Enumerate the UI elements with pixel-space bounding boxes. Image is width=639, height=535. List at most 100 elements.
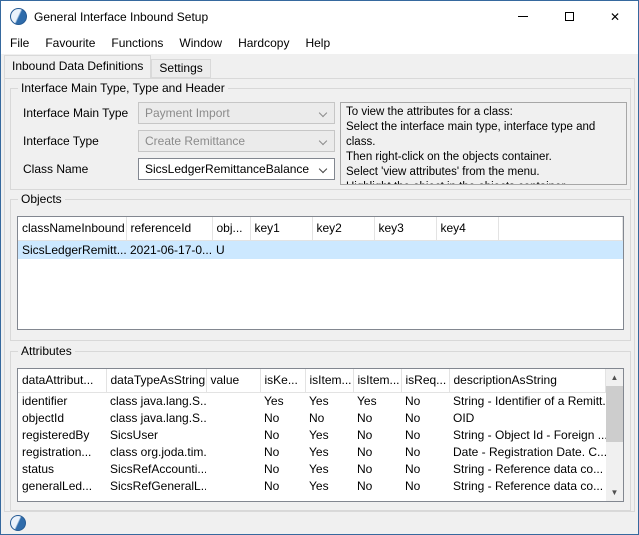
help-line: Highlight the object in the objects cont… — [346, 180, 621, 185]
class-name-value: SicsLedgerRemittanceBalance — [145, 162, 309, 176]
cell: No — [401, 477, 449, 494]
chevron-down-icon — [319, 137, 327, 145]
menu-functions[interactable]: Functions — [103, 32, 171, 54]
cell: No — [353, 460, 401, 477]
tab-settings[interactable]: Settings — [151, 59, 210, 78]
scroll-up-icon[interactable]: ▲ — [606, 369, 623, 386]
titlebar[interactable]: General Interface Inbound Setup ✕ — [1, 1, 638, 32]
help-line: Then right-click on the objects containe… — [346, 150, 621, 165]
maximize-icon — [565, 12, 574, 21]
cell: SicsRefGeneralL... — [106, 477, 206, 494]
objects-group: Objects classNameInbound referenceId obj… — [10, 199, 631, 341]
attributes-row[interactable]: identifier class java.lang.S... Yes Yes … — [18, 392, 606, 409]
menu-window[interactable]: Window — [171, 32, 230, 54]
column-header-datatypeasstring[interactable]: dataTypeAsString — [106, 369, 206, 392]
column-header-isitem1[interactable]: isItem... — [305, 369, 353, 392]
column-header-dataattribut[interactable]: dataAttribut... — [18, 369, 106, 392]
column-header-classnameinbound[interactable]: classNameInbound — [18, 217, 126, 240]
window-title: General Interface Inbound Setup — [34, 10, 208, 24]
cell: Yes — [305, 392, 353, 409]
cell: status — [18, 460, 106, 477]
cell — [206, 409, 260, 426]
attributes-header-row: dataAttribut... dataTypeAsString value i… — [18, 369, 606, 392]
cell: Date - Registration Date. C... — [449, 443, 606, 460]
menu-hardcopy[interactable]: Hardcopy — [230, 32, 297, 54]
cell: Yes — [353, 392, 401, 409]
cell: No — [401, 426, 449, 443]
column-header-isitem2[interactable]: isItem... — [353, 369, 401, 392]
attributes-row[interactable]: status SicsRefAccounti... No Yes No No S… — [18, 460, 606, 477]
cell: No — [260, 409, 305, 426]
interface-main-type-value: Payment Import — [145, 106, 230, 120]
cell: String - Identifier of a Remitt... — [449, 392, 606, 409]
cell: generalLed... — [18, 477, 106, 494]
objects-grid: classNameInbound referenceId obj... key1… — [18, 217, 623, 259]
cell: No — [260, 477, 305, 494]
attributes-row[interactable]: registeredBy SicsUser No Yes No No Strin… — [18, 426, 606, 443]
scrollbar-thumb[interactable] — [606, 386, 623, 442]
cell: No — [260, 426, 305, 443]
scroll-down-icon[interactable]: ▼ — [606, 484, 623, 501]
minimize-button[interactable] — [500, 1, 546, 32]
column-header-key3[interactable]: key3 — [374, 217, 436, 240]
cell — [206, 426, 260, 443]
column-header-isreq[interactable]: isReq... — [401, 369, 449, 392]
app-icon — [10, 515, 26, 531]
cell: String - Reference data co... — [449, 477, 606, 494]
column-header-referenceid[interactable]: referenceId — [126, 217, 212, 240]
tabstrip: Inbound Data Definitions Settings — [4, 56, 211, 78]
column-header-key2[interactable]: key2 — [312, 217, 374, 240]
column-header-obj[interactable]: obj... — [212, 217, 250, 240]
column-header-key4[interactable]: key4 — [436, 217, 498, 240]
cell: Yes — [305, 426, 353, 443]
menu-help[interactable]: Help — [297, 32, 338, 54]
attributes-row[interactable]: registration... class org.joda.tim... No… — [18, 443, 606, 460]
column-header-iske[interactable]: isKe... — [260, 369, 305, 392]
cell: U — [212, 240, 250, 259]
attributes-row[interactable]: objectId class java.lang.S... No No No N… — [18, 409, 606, 426]
help-line: Select 'view attributes' from the menu. — [346, 165, 621, 180]
attributes-row[interactable]: generalLed... SicsRefGeneralL... No Yes … — [18, 477, 606, 494]
interface-type-value: Create Remittance — [145, 134, 245, 148]
cell — [206, 443, 260, 460]
cell: No — [353, 426, 401, 443]
attributes-table: dataAttribut... dataTypeAsString value i… — [17, 368, 624, 502]
cell: No — [353, 409, 401, 426]
cell — [206, 460, 260, 477]
cell: String - Object Id - Foreign ... — [449, 426, 606, 443]
attributes-scrollbar[interactable]: ▲ ▼ — [606, 369, 623, 501]
cell: SicsLedgerRemitt... — [18, 240, 126, 259]
maximize-button[interactable] — [546, 1, 592, 32]
column-header-value[interactable]: value — [206, 369, 260, 392]
cell: class java.lang.S... — [106, 392, 206, 409]
attributes-group: Attributes dataAttribut... dataTypeAsStr… — [10, 351, 631, 511]
cell — [436, 240, 498, 259]
menu-file[interactable]: File — [2, 32, 37, 54]
cell — [312, 240, 374, 259]
tab-inbound-data-definitions[interactable]: Inbound Data Definitions — [4, 55, 151, 78]
cell: OID — [449, 409, 606, 426]
objects-header-row: classNameInbound referenceId obj... key1… — [18, 217, 623, 240]
column-header-descriptionasstring[interactable]: descriptionAsString — [449, 369, 606, 392]
interface-main-type-select: Payment Import — [138, 102, 335, 124]
cell: class org.joda.tim... — [106, 443, 206, 460]
interface-group-title: Interface Main Type, Type and Header — [18, 81, 228, 95]
cell: No — [401, 409, 449, 426]
column-header-key1[interactable]: key1 — [250, 217, 312, 240]
cell — [374, 240, 436, 259]
class-name-select[interactable]: SicsLedgerRemittanceBalance — [138, 158, 335, 180]
interface-type-select: Create Remittance — [138, 130, 335, 152]
cell: class java.lang.S... — [106, 409, 206, 426]
cell: objectId — [18, 409, 106, 426]
objects-row-selected[interactable]: SicsLedgerRemitt... 2021-06-17-0... U — [18, 240, 623, 259]
close-button[interactable]: ✕ — [592, 1, 638, 32]
scrollbar-track[interactable] — [606, 386, 623, 484]
menu-favourite[interactable]: Favourite — [37, 32, 103, 54]
cell: Yes — [260, 392, 305, 409]
statusbar — [1, 512, 638, 534]
objects-group-title: Objects — [18, 192, 65, 206]
cell: SicsRefAccounti... — [106, 460, 206, 477]
window: General Interface Inbound Setup ✕ File F… — [0, 0, 639, 535]
cell: No — [260, 443, 305, 460]
chevron-down-icon — [319, 165, 327, 173]
